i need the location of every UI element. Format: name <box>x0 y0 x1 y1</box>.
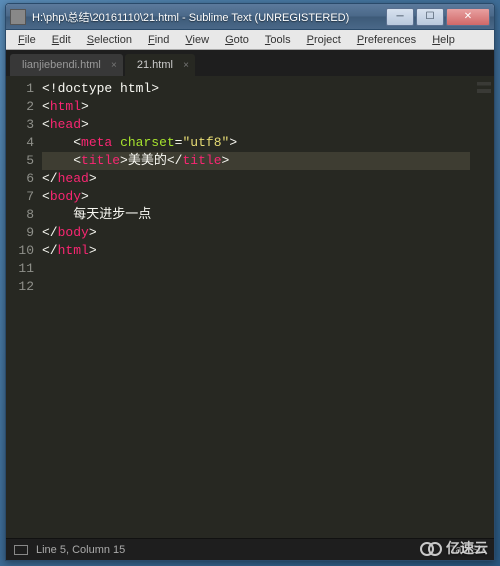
statusbar: Line 5, Column 15 Tab Siz <box>6 538 494 560</box>
line-number: 9 <box>6 224 34 242</box>
tab-label: lianjiebendi.html <box>22 59 101 71</box>
close-icon[interactable]: × <box>111 60 117 71</box>
line-number: 2 <box>6 98 34 116</box>
menu-find[interactable]: Find <box>140 32 177 48</box>
code-line: </head> <box>42 170 470 188</box>
line-number: 5 <box>6 152 34 170</box>
menu-edit[interactable]: Edit <box>44 32 79 48</box>
line-number: 7 <box>6 188 34 206</box>
code-line <box>42 278 470 296</box>
code-line <box>42 260 470 278</box>
minimap-thumb <box>477 82 491 100</box>
menubar: File Edit Selection Find View Goto Tools… <box>6 30 494 50</box>
menu-file[interactable]: File <box>10 32 44 48</box>
code-line-current: <title>美美的</title> <box>42 152 470 170</box>
code-line: <head> <box>42 116 470 134</box>
minimap[interactable] <box>470 76 494 538</box>
line-number: 11 <box>6 260 34 278</box>
minimize-button[interactable]: ─ <box>386 8 414 26</box>
tab-lianjiebendi[interactable]: lianjiebendi.html × <box>10 54 123 76</box>
tab-size[interactable]: Tab Siz <box>450 544 486 556</box>
tabbar: lianjiebendi.html × 21.html × <box>6 50 494 76</box>
maximize-button[interactable]: ☐ <box>416 8 444 26</box>
menu-selection[interactable]: Selection <box>79 32 140 48</box>
window-title: H:\php\总结\20161110\21.html - Sublime Tex… <box>32 9 386 25</box>
line-number: 3 <box>6 116 34 134</box>
line-number: 8 <box>6 206 34 224</box>
line-number: 1 <box>6 80 34 98</box>
line-number: 10 <box>6 242 34 260</box>
cursor-position[interactable]: Line 5, Column 15 <box>36 544 125 556</box>
close-button[interactable]: ✕ <box>446 8 490 26</box>
app-window: H:\php\总结\20161110\21.html - Sublime Tex… <box>5 3 495 561</box>
line-number: 6 <box>6 170 34 188</box>
tab-label: 21.html <box>137 59 173 71</box>
code-line: 每天进步一点 <box>42 206 470 224</box>
line-number: 12 <box>6 278 34 296</box>
line-number: 4 <box>6 134 34 152</box>
code-line: <!doctype html> <box>42 80 470 98</box>
menu-project[interactable]: Project <box>299 32 349 48</box>
code-line: <html> <box>42 98 470 116</box>
titlebar[interactable]: H:\php\总结\20161110\21.html - Sublime Tex… <box>6 4 494 30</box>
app-icon <box>10 9 26 25</box>
code-line: <body> <box>42 188 470 206</box>
code-line: </html> <box>42 242 470 260</box>
code-area[interactable]: <!doctype html> <html> <head> <meta char… <box>42 76 470 538</box>
window-controls: ─ ☐ ✕ <box>386 8 490 26</box>
menu-tools[interactable]: Tools <box>257 32 299 48</box>
status-panel-icon[interactable] <box>14 545 28 555</box>
gutter: 1 2 3 4 5 6 7 8 9 10 11 12 <box>6 76 42 538</box>
tab-21html[interactable]: 21.html × <box>125 54 195 76</box>
menu-goto[interactable]: Goto <box>217 32 257 48</box>
menu-help[interactable]: Help <box>424 32 463 48</box>
menu-preferences[interactable]: Preferences <box>349 32 424 48</box>
code-line: <meta charset="utf8"> <box>42 134 470 152</box>
close-icon[interactable]: × <box>183 60 189 71</box>
editor[interactable]: 1 2 3 4 5 6 7 8 9 10 11 12 <!doctype htm… <box>6 76 494 538</box>
menu-view[interactable]: View <box>177 32 217 48</box>
code-line: </body> <box>42 224 470 242</box>
